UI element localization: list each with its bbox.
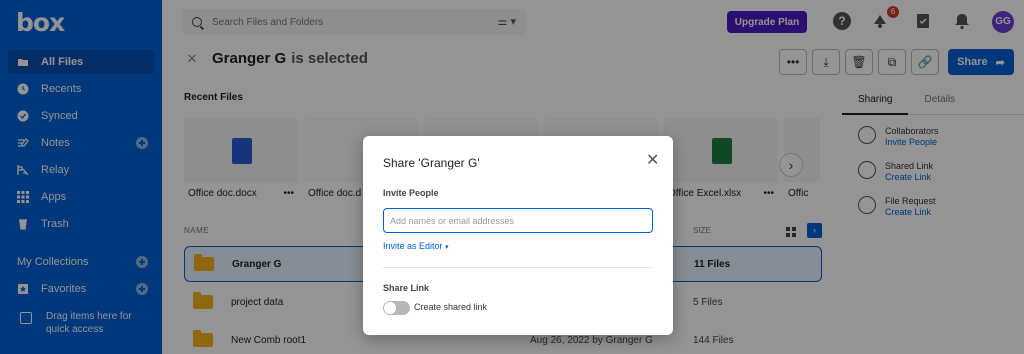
invite-people-input[interactable] xyxy=(383,208,653,233)
invite-role-dropdown[interactable]: Invite as Editor ▾ xyxy=(383,241,449,251)
shared-link-toggle[interactable] xyxy=(383,301,410,315)
close-icon[interactable]: ✕ xyxy=(646,150,659,170)
modal-divider xyxy=(383,267,653,268)
share-modal: Share 'Granger G' ✕ Invite People Invite… xyxy=(363,136,673,335)
share-link-label: Share Link xyxy=(383,283,430,293)
invite-role-label: Invite as Editor xyxy=(383,241,443,251)
invite-people-label: Invite People xyxy=(383,188,439,198)
modal-title: Share 'Granger G' xyxy=(383,156,480,170)
create-shared-link-label: Create shared link xyxy=(414,302,488,312)
chevron-down-icon: ▾ xyxy=(445,244,449,251)
